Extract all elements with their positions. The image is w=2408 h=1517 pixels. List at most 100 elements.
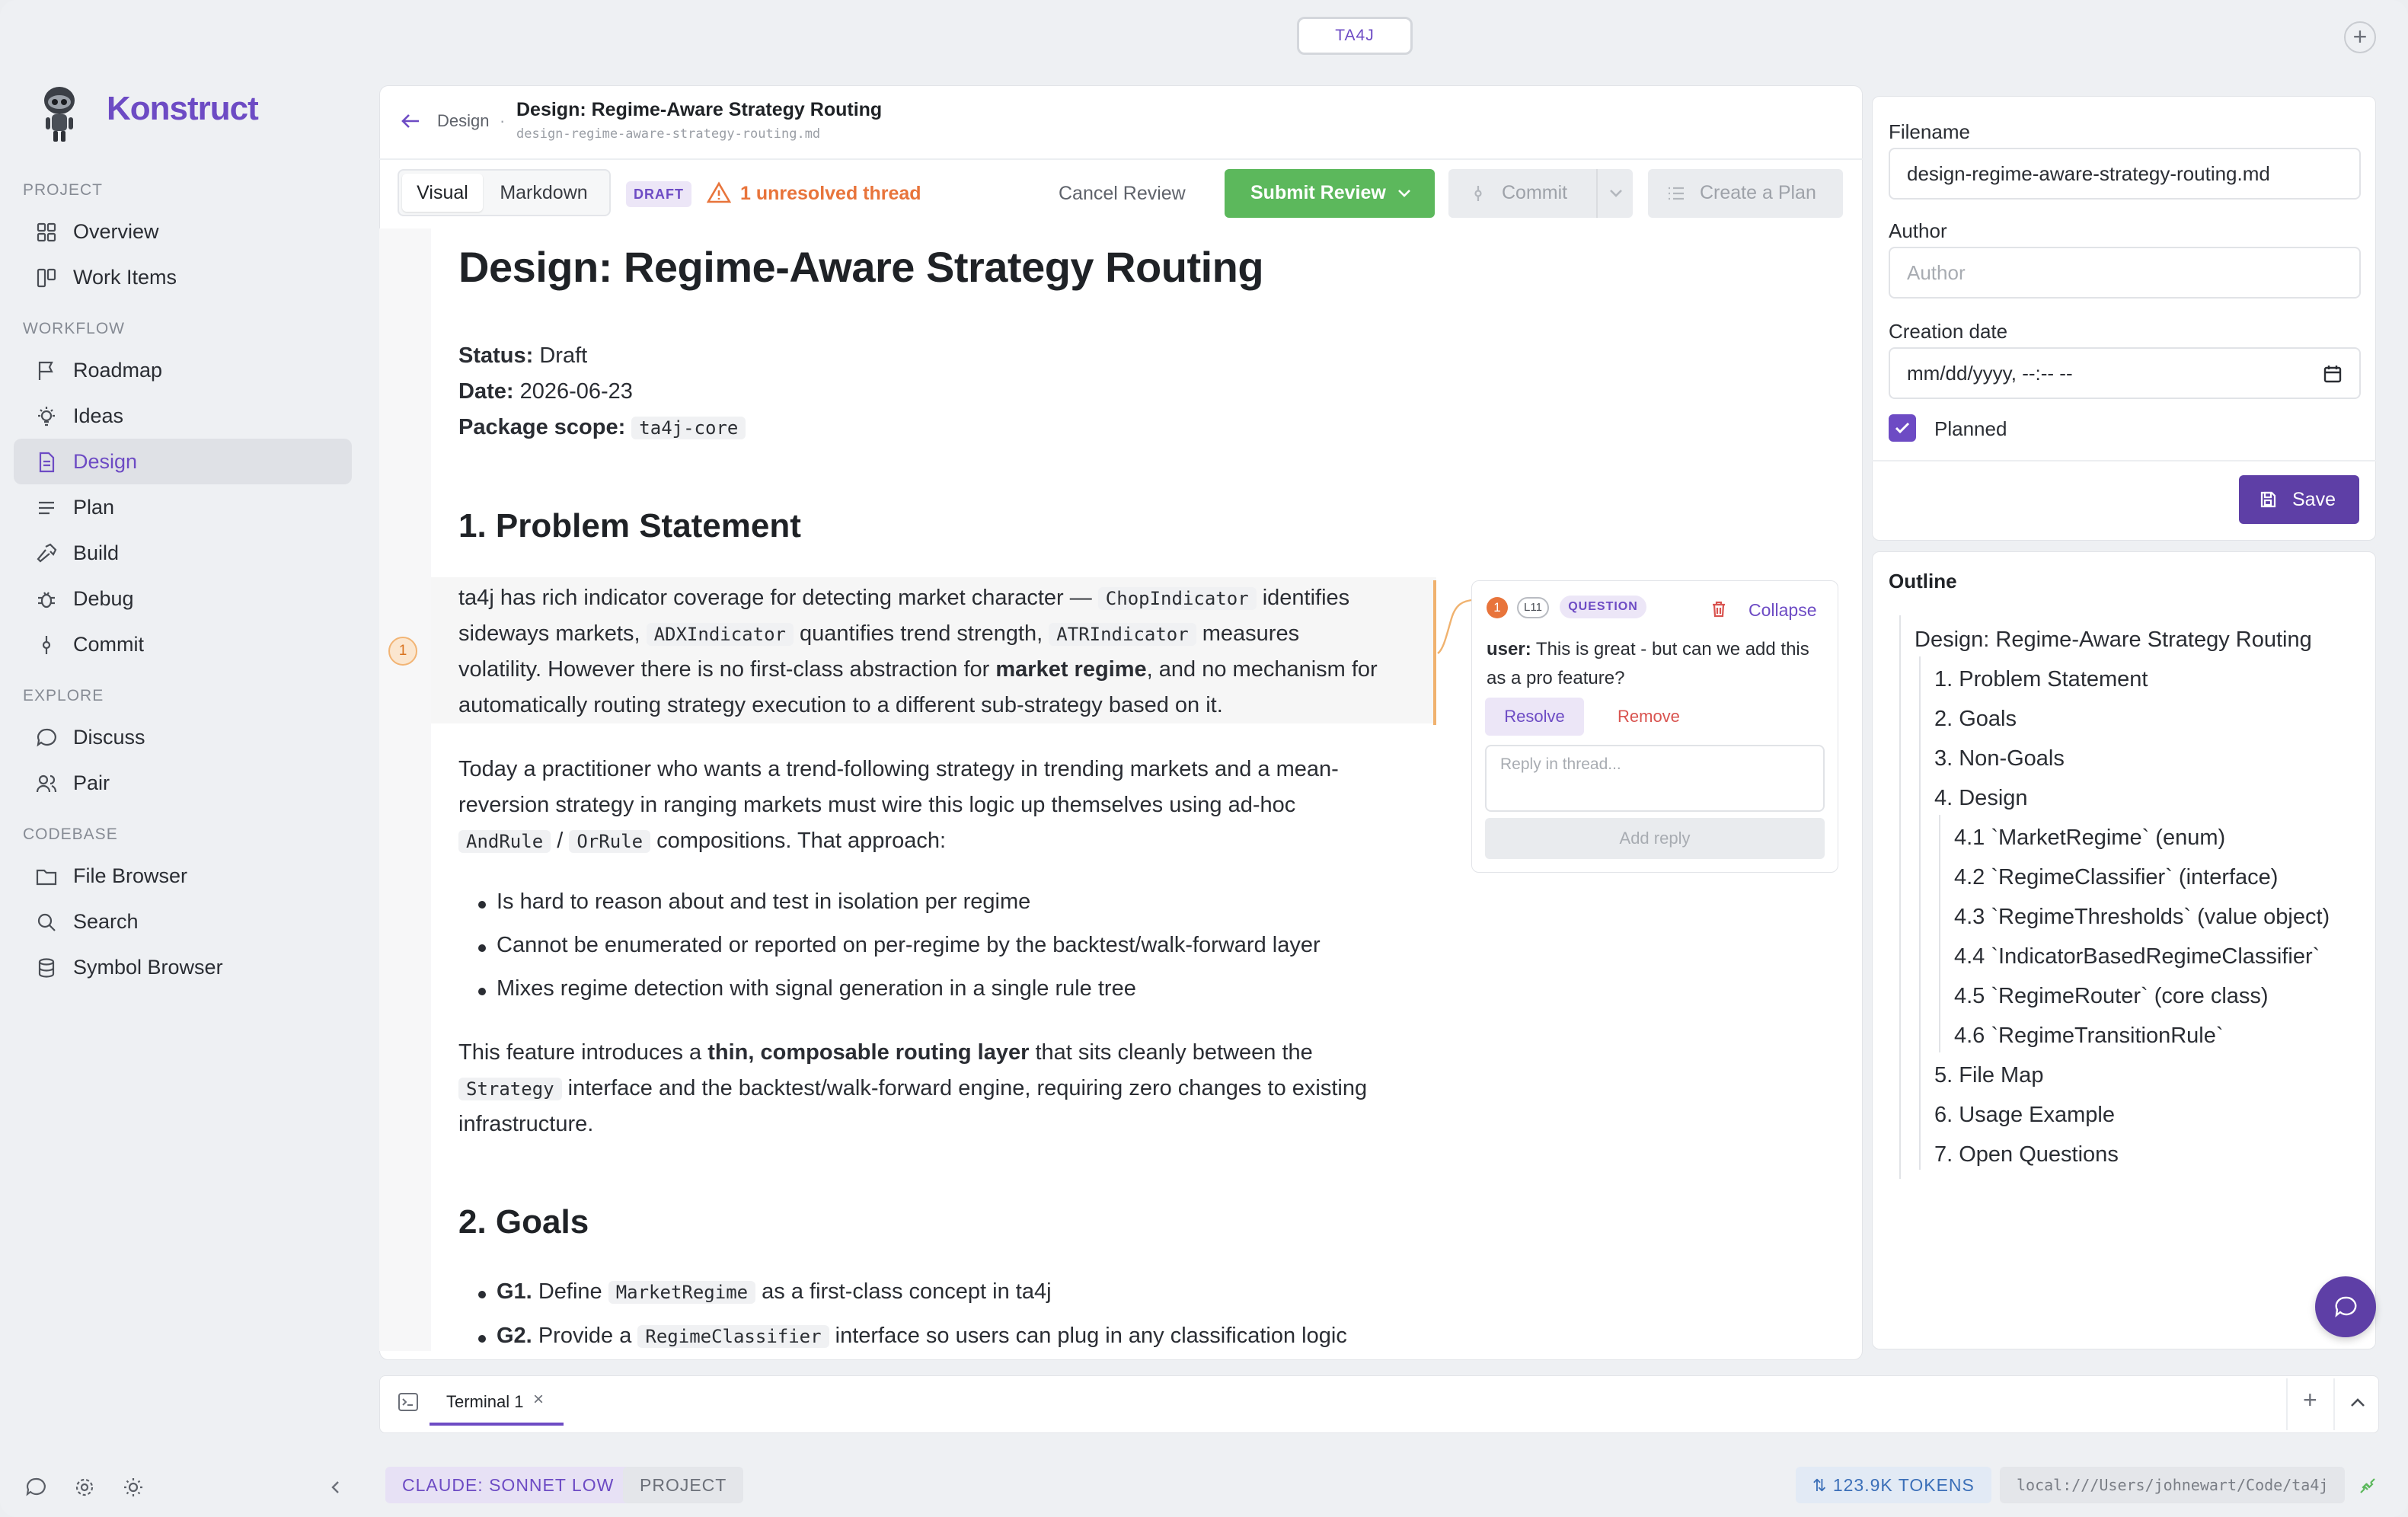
- text: sideways markets,: [458, 621, 640, 646]
- sidebar-item-ideas[interactable]: Ideas: [14, 393, 352, 439]
- outline-item[interactable]: 4.2 `RegimeClassifier` (interface): [1954, 865, 2278, 890]
- model-status[interactable]: CLAUDE: SONNET LOW: [385, 1467, 631, 1503]
- text: interface so users can plug in any class…: [835, 1324, 1347, 1348]
- sidebar-item-label: Discuss: [73, 726, 145, 749]
- filename-input[interactable]: design-regime-aware-strategy-routing.md: [1889, 148, 2361, 200]
- sidebar-item-work-items[interactable]: Work Items: [14, 254, 352, 300]
- planned-label: Planned: [1934, 417, 2007, 440]
- sidebar-item-commit[interactable]: Commit: [14, 621, 352, 667]
- terminal-tab[interactable]: Terminal 1: [446, 1392, 523, 1412]
- tab-visual[interactable]: Visual: [402, 174, 483, 212]
- terminal-divider: [2333, 1378, 2335, 1430]
- reply-input[interactable]: Reply in thread...: [1485, 745, 1825, 812]
- sidebar-item-label: Design: [73, 450, 138, 473]
- outline-item[interactable]: 4. Design: [1934, 786, 2028, 811]
- commit-label: Commit: [1502, 182, 1568, 203]
- scope-status[interactable]: PROJECT: [623, 1467, 744, 1503]
- split-divider: [1596, 169, 1598, 218]
- database-icon: [38, 958, 55, 978]
- unresolved-thread-count[interactable]: 1 unresolved thread: [740, 183, 921, 205]
- outline-item[interactable]: 1. Problem Statement: [1934, 667, 2148, 692]
- chevron-up-icon[interactable]: [2349, 1395, 2367, 1410]
- gear-icon[interactable]: [73, 1476, 96, 1499]
- outline-item[interactable]: 4.1 `MarketRegime` (enum): [1954, 826, 2225, 851]
- creation-date-input[interactable]: mm/dd/yyyy, --:-- --: [1889, 347, 2361, 399]
- calendar-icon[interactable]: [2323, 364, 2343, 384]
- chat-bubble-icon[interactable]: [24, 1476, 47, 1499]
- text: measures: [1202, 621, 1300, 646]
- chat-icon: [37, 728, 56, 747]
- commit-button[interactable]: Commit: [1448, 169, 1633, 218]
- sidebar-item-label: Debug: [73, 587, 134, 610]
- connection-icon: [2360, 1478, 2375, 1493]
- new-terminal-button[interactable]: +: [2303, 1386, 2317, 1414]
- terminal-bar: [379, 1375, 2379, 1433]
- remove-comment-button[interactable]: Remove: [1618, 707, 1680, 727]
- sidebar-item-label: File Browser: [73, 864, 188, 887]
- date-label: Date:: [458, 379, 514, 404]
- submit-review-button[interactable]: Submit Review: [1225, 169, 1435, 218]
- outline-item[interactable]: 4.3 `RegimeThresholds` (value object): [1954, 905, 2330, 930]
- paragraph-3-line-2: Strategy interface and the backtest/walk…: [458, 1071, 1367, 1107]
- collapse-thread-button[interactable]: Collapse: [1749, 600, 1817, 621]
- save-button[interactable]: Save: [2239, 475, 2359, 524]
- sidebar-item-label: Roadmap: [73, 359, 163, 382]
- sidebar-item-pair[interactable]: Pair: [14, 760, 352, 806]
- author-label: Author: [1889, 219, 1947, 242]
- sidebar-item-discuss[interactable]: Discuss: [14, 714, 352, 760]
- close-terminal-tab-button[interactable]: ×: [533, 1389, 544, 1410]
- sidebar-item-plan[interactable]: Plan: [14, 484, 352, 530]
- tab-markdown[interactable]: Markdown: [490, 174, 597, 212]
- outline-item[interactable]: 2. Goals: [1934, 707, 2017, 732]
- brand-name: Konstruct: [107, 90, 259, 127]
- save-icon: [2260, 491, 2276, 508]
- sidebar-item-debug[interactable]: Debug: [14, 576, 352, 621]
- workspace-tab[interactable]: TA4J: [1297, 17, 1413, 55]
- text: as a first-class concept in ta4j: [762, 1279, 1052, 1304]
- add-reply-button[interactable]: Add reply: [1485, 818, 1825, 859]
- workspace-path[interactable]: local:///Users/johnewart/Code/ta4j: [2000, 1467, 2346, 1503]
- outline-item[interactable]: Design: Regime-Aware Strategy Routing: [1915, 628, 2312, 653]
- sidebar-item-symbol-browser[interactable]: Symbol Browser: [14, 944, 352, 990]
- planned-checkbox[interactable]: [1889, 414, 1916, 442]
- terminal-tab-underline: [430, 1423, 564, 1426]
- create-plan-button[interactable]: Create a Plan: [1648, 169, 1843, 218]
- sidebar-item-roadmap[interactable]: Roadmap: [14, 347, 352, 393]
- paragraph-2-line-3: AndRule / OrRule compositions. That appr…: [458, 823, 946, 860]
- sidebar-item-overview[interactable]: Overview: [14, 209, 352, 254]
- text: quantifies trend strength,: [800, 621, 1043, 646]
- outline-item[interactable]: 4.5 `RegimeRouter` (core class): [1954, 984, 2269, 1009]
- sidebar-item-file-browser[interactable]: File Browser: [14, 853, 352, 899]
- cancel-review-button[interactable]: Cancel Review: [1059, 183, 1186, 205]
- gutter-comment-marker[interactable]: 1: [388, 637, 417, 666]
- date-value: 2026-06-23: [519, 379, 633, 404]
- trash-icon[interactable]: [1710, 600, 1727, 618]
- goal-item-clip: G2. Provide a RegimeClassifier interface…: [379, 1324, 1863, 1351]
- paragraph-1-line-3: volatility. However there is no first-cl…: [458, 652, 1378, 688]
- chat-fab-button[interactable]: [2315, 1276, 2376, 1337]
- new-workspace-button[interactable]: +: [2344, 21, 2376, 53]
- breadcrumb-design[interactable]: Design: [437, 111, 489, 131]
- author-input[interactable]: Author: [1889, 247, 2361, 299]
- chevron-down-icon[interactable]: [1608, 187, 1624, 200]
- collapse-sidebar-icon[interactable]: [327, 1479, 344, 1496]
- outline-item[interactable]: 5. File Map: [1934, 1063, 2043, 1088]
- text: that sits cleanly between the: [1035, 1040, 1313, 1065]
- heading-goals: 2. Goals: [458, 1203, 589, 1241]
- status-label: Status:: [458, 343, 534, 368]
- sidebar-item-search[interactable]: Search: [14, 899, 352, 944]
- resolve-button[interactable]: Resolve: [1485, 698, 1584, 736]
- outline-item[interactable]: 4.4 `IndicatorBasedRegimeClassifier`: [1954, 944, 2320, 969]
- sun-icon[interactable]: [122, 1476, 145, 1499]
- paragraph-3-line-1: This feature introduces a thin, composab…: [458, 1035, 1313, 1071]
- outline-item[interactable]: 4.6 `RegimeTransitionRule`: [1954, 1024, 2224, 1049]
- outline-item[interactable]: 3. Non-Goals: [1934, 746, 2065, 771]
- sidebar-item-build[interactable]: Build: [14, 530, 352, 576]
- commit-icon: [42, 636, 51, 654]
- outline-item[interactable]: 6. Usage Example: [1934, 1103, 2115, 1128]
- outline-item[interactable]: 7. Open Questions: [1934, 1142, 2119, 1167]
- sidebar-item-design[interactable]: Design: [14, 439, 352, 484]
- back-arrow-icon[interactable]: [401, 113, 420, 129]
- text: identifies: [1262, 586, 1350, 610]
- token-status[interactable]: ⇅ 123.9K TOKENS: [1796, 1467, 1991, 1503]
